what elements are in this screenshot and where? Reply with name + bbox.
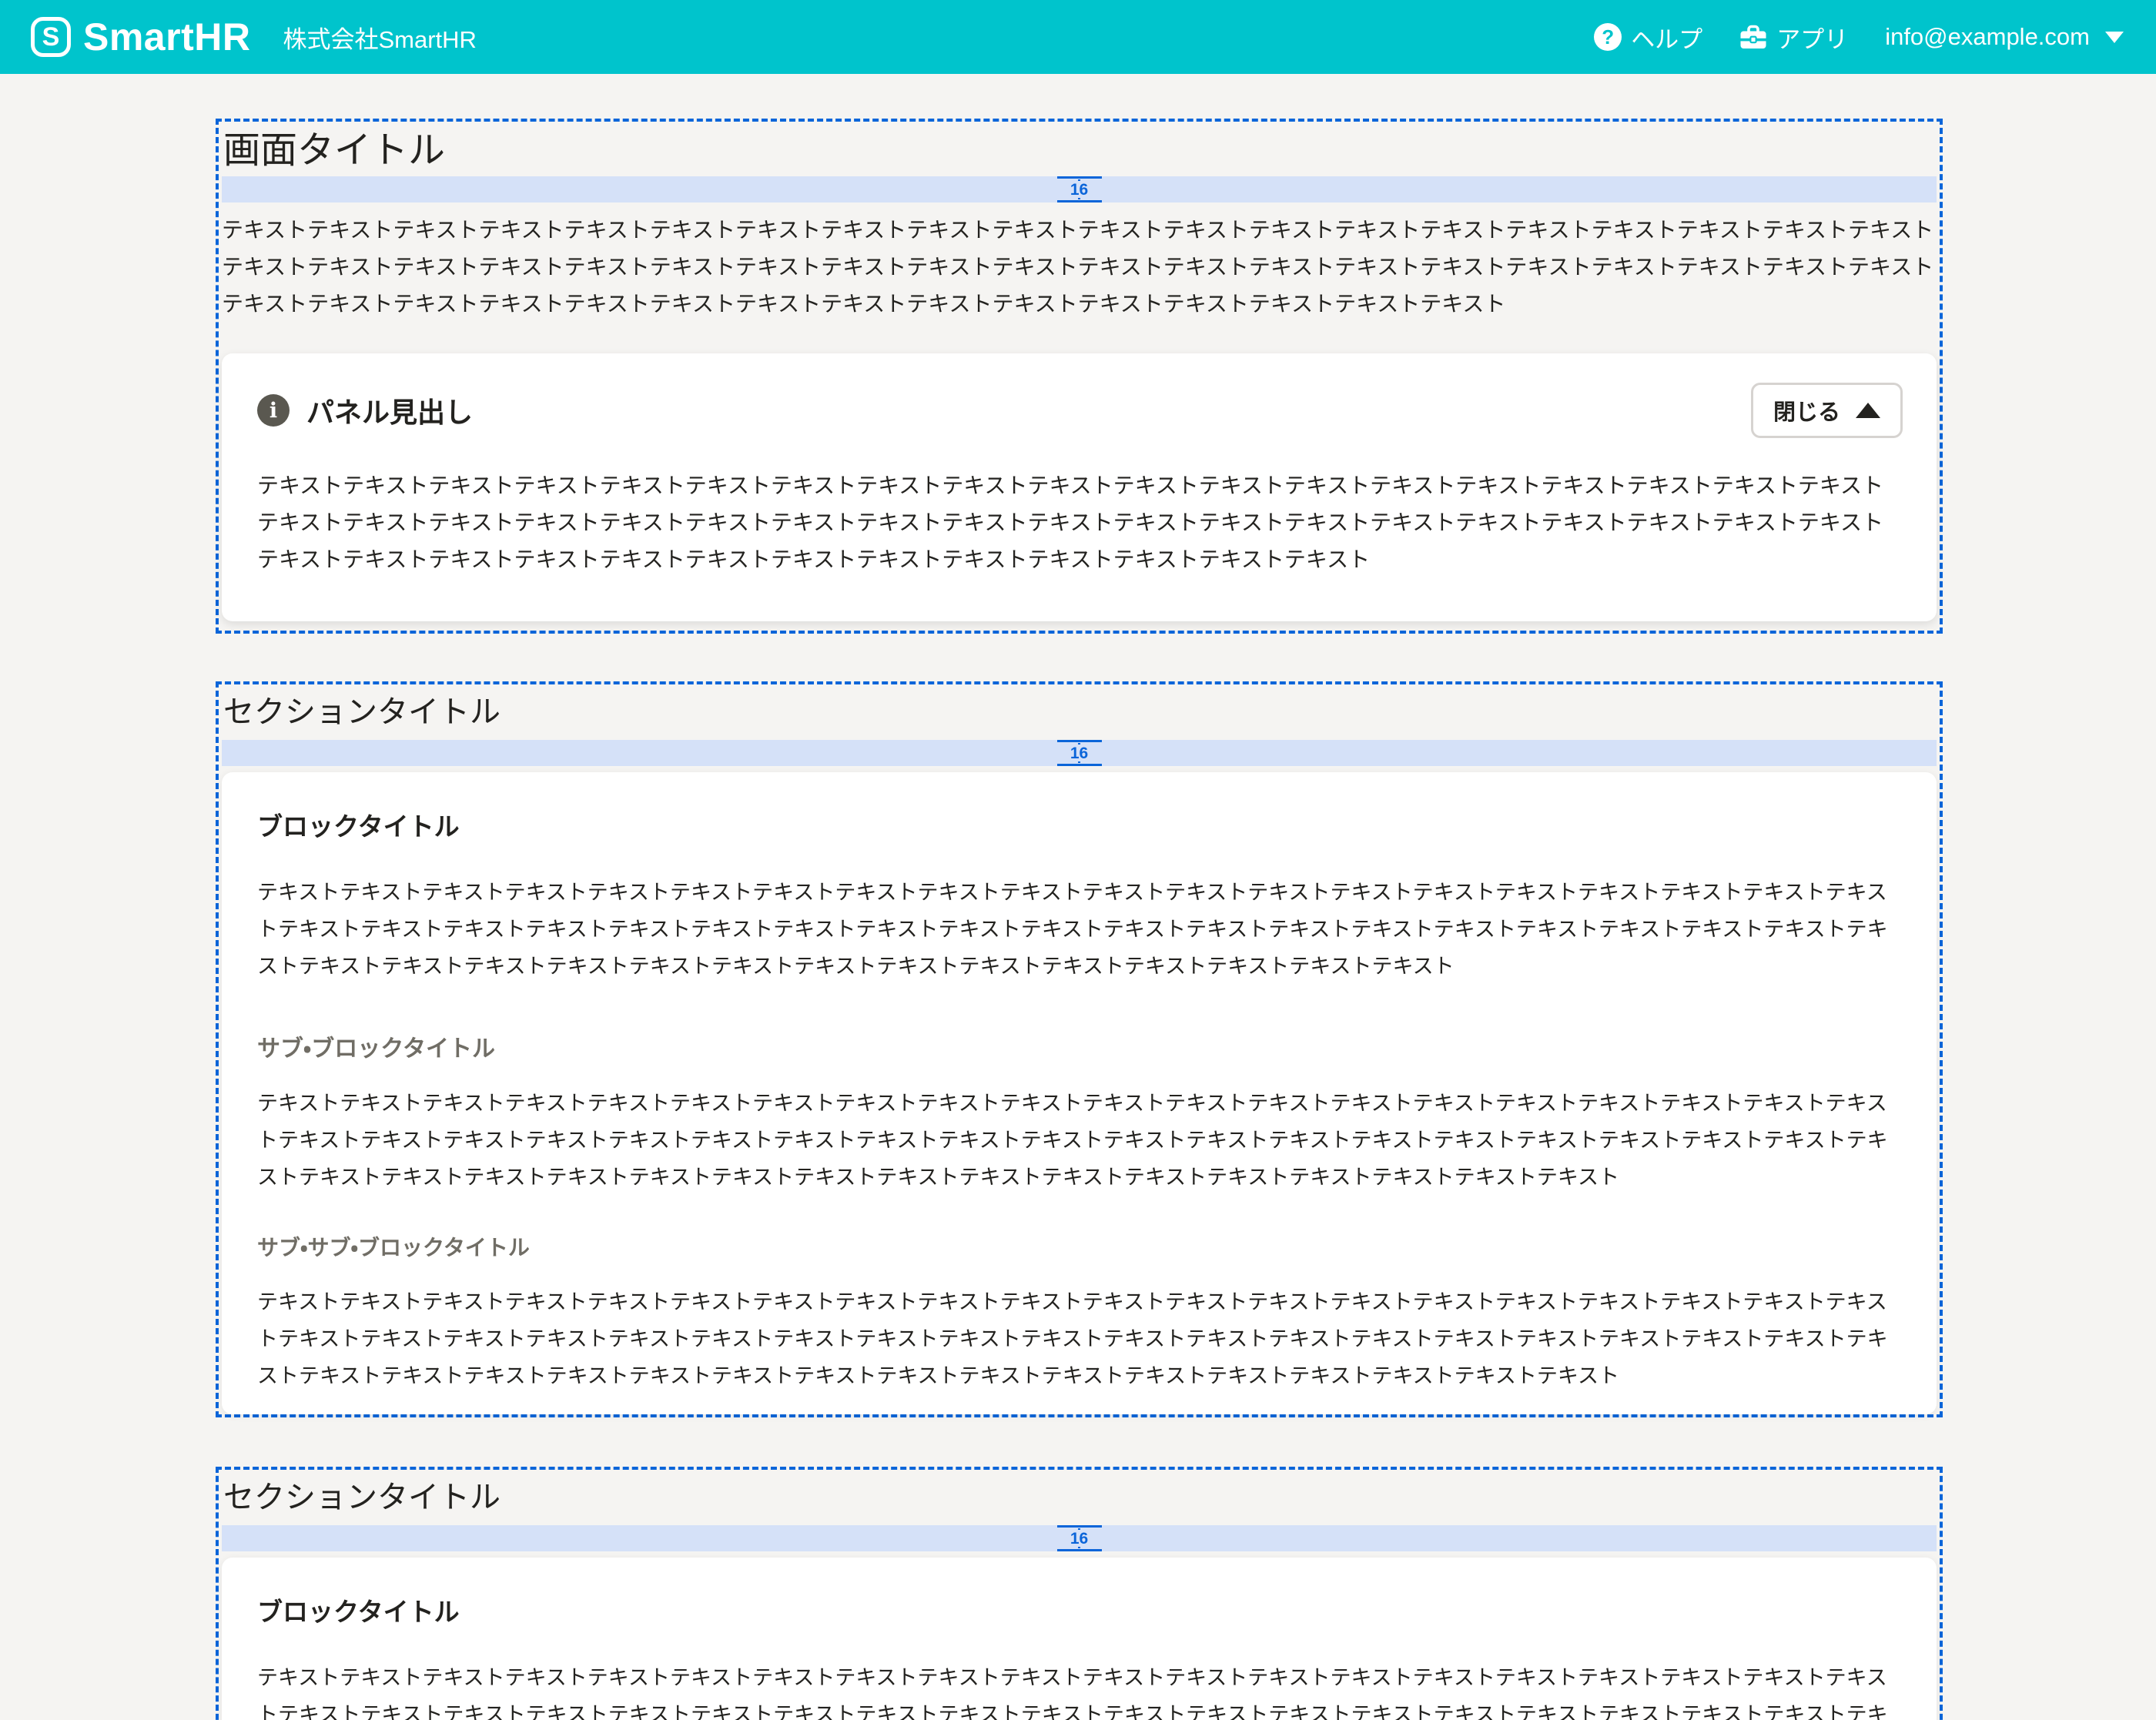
gap-size-indicator: 16	[1057, 1525, 1102, 1551]
panel-body-text: テキストテキストテキストテキストテキストテキストテキストテキストテキストテキスト…	[257, 467, 1903, 578]
apps-link[interactable]: アプリ	[1739, 20, 1848, 55]
base-block: ブロックタイトル テキストテキストテキストテキストテキストテキストテキストテキス…	[222, 1558, 1937, 1720]
sub-sub-block-title: サブ・サブ・ブロックタイトル	[257, 1231, 1901, 1262]
gap-size-value: 16	[1070, 182, 1088, 198]
close-panel-button[interactable]: 閉じる	[1751, 383, 1903, 438]
sub-block-title: サブ・ブロックタイトル	[257, 1029, 1901, 1063]
gap-size-indicator: 16	[1057, 740, 1102, 766]
gap-ruler-tick-bottom	[1078, 1547, 1080, 1548]
main-content: 画面タイトル 16 テキストテキストテキストテキストテキストテキストテキストテキ…	[0, 74, 2156, 1720]
smarthr-logo-text: SmartHR	[83, 15, 250, 59]
sub-sub-block-text: テキストテキストテキストテキストテキストテキストテキストテキストテキストテキスト…	[257, 1283, 1901, 1394]
gap-ruler-tick-bottom	[1078, 761, 1080, 763]
help-label: ヘルプ	[1631, 20, 1702, 55]
section-title: セクションタイトル	[223, 694, 1937, 731]
chevron-up-icon	[1856, 403, 1880, 418]
block-text: テキストテキストテキストテキストテキストテキストテキストテキストテキストテキスト…	[257, 1659, 1901, 1720]
screen-debug-outline: 画面タイトル 16 テキストテキストテキストテキストテキストテキストテキストテキ…	[216, 119, 1943, 634]
app-header: S SmartHR 株式会社SmartHR ? ヘルプ アプリ info@exa…	[0, 0, 2156, 74]
gap-band: 16	[222, 176, 1937, 202]
gap-size-value: 16	[1070, 745, 1088, 761]
gap-ruler-bar-top	[1057, 740, 1102, 742]
gap-ruler-bar-bottom	[1057, 1549, 1102, 1551]
block-text: テキストテキストテキストテキストテキストテキストテキストテキストテキストテキスト…	[257, 874, 1901, 985]
gap-ruler-bar-bottom	[1057, 764, 1102, 766]
gap-band: 16	[222, 1525, 1937, 1551]
gap-size-value: 16	[1070, 1531, 1088, 1547]
gap-ruler-bar-bottom	[1057, 200, 1102, 202]
section-title: セクションタイトル	[223, 1479, 1937, 1516]
gap-size-indicator: 16	[1057, 176, 1102, 202]
gap-ruler-tick-bottom	[1078, 198, 1080, 199]
briefcase-icon	[1739, 24, 1767, 50]
page-title: 画面タイトル	[223, 129, 1937, 172]
block-title: ブロックタイトル	[257, 1591, 1901, 1628]
gap-ruler-bar-top	[1057, 176, 1102, 179]
help-link[interactable]: ? ヘルプ	[1594, 20, 1702, 55]
account-dropdown[interactable]: info@example.com	[1885, 23, 2124, 51]
account-email: info@example.com	[1885, 23, 2090, 51]
gap-ruler-bar-top	[1057, 1525, 1102, 1528]
smarthr-logo-icon: S	[31, 17, 71, 57]
section-debug-outline: セクションタイトル 16 ブロックタイトル テキストテキストテキストテキストテキ…	[216, 681, 1943, 1417]
chevron-down-icon	[2105, 32, 2124, 43]
close-button-label: 閉じる	[1773, 394, 1840, 427]
smarthr-logo-letter: S	[42, 22, 60, 52]
apps-label: アプリ	[1776, 20, 1848, 55]
block-title: ブロックタイトル	[257, 806, 1901, 843]
header-nav: ? ヘルプ アプリ info@example.com	[1594, 20, 2124, 55]
panel: i パネル見出し 閉じる テキストテキストテキストテキストテキストテキストテキス…	[222, 353, 1937, 621]
sub-block-text: テキストテキストテキストテキストテキストテキストテキストテキストテキストテキスト…	[257, 1085, 1901, 1196]
smarthr-logo[interactable]: S SmartHR	[31, 15, 250, 59]
section-debug-outline: セクションタイトル 16 ブロックタイトル テキストテキストテキストテキストテキ…	[216, 1467, 1943, 1720]
company-name: 株式会社SmartHR	[283, 20, 476, 55]
gap-band: 16	[222, 740, 1937, 766]
info-icon: i	[257, 394, 290, 427]
panel-header: i パネル見出し 閉じる	[257, 383, 1903, 438]
panel-heading: パネル見出し	[306, 390, 473, 430]
screen-lead-text: テキストテキストテキストテキストテキストテキストテキストテキストテキストテキスト…	[222, 212, 1937, 323]
question-circle-icon: ?	[1594, 23, 1622, 51]
base-block: ブロックタイトル テキストテキストテキストテキストテキストテキストテキストテキス…	[222, 772, 1937, 1414]
